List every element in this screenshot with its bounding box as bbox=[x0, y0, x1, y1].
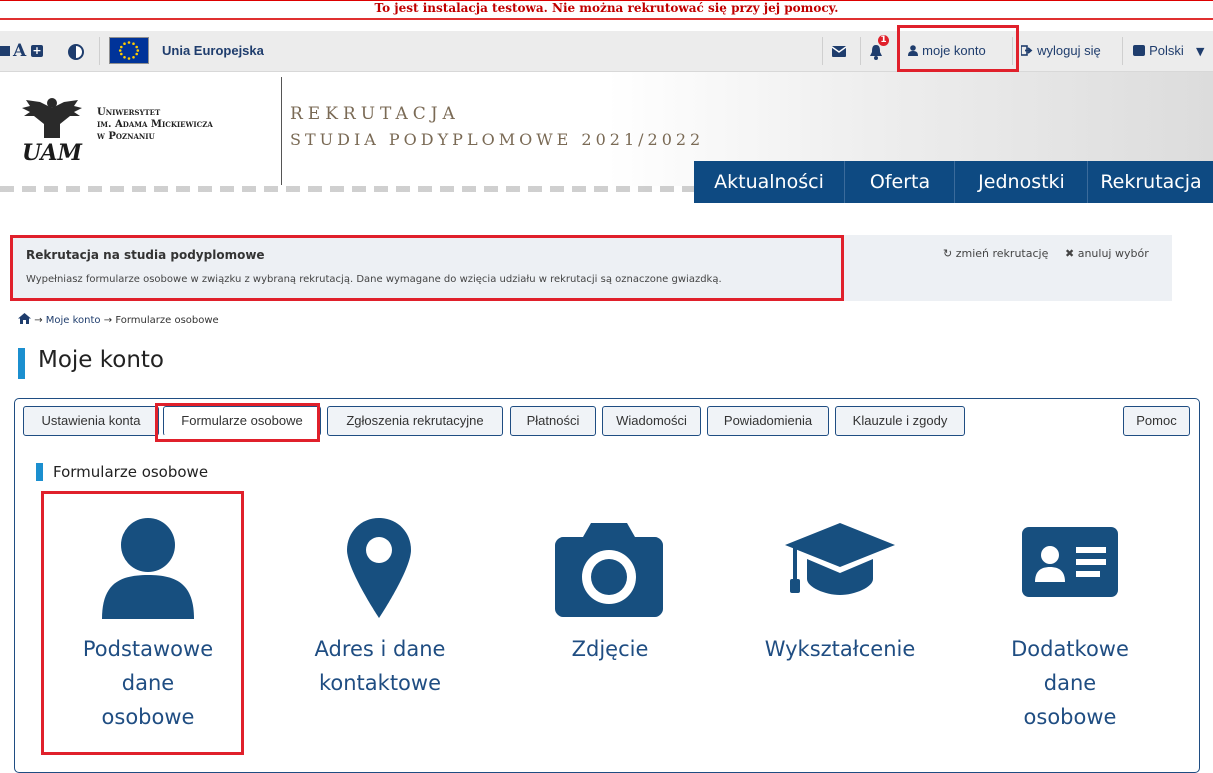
card-label-line: Adres i dane bbox=[314, 637, 446, 661]
card-label-line: Dodatkowe bbox=[1011, 637, 1129, 661]
tab-clauses-consents[interactable]: Klauzule i zgody bbox=[835, 406, 965, 436]
card-label: Adres i dane kontaktowe bbox=[280, 632, 480, 700]
nav-item-units[interactable]: Jednostki bbox=[954, 161, 1088, 203]
decrease-font-icon[interactable] bbox=[0, 46, 10, 56]
tab-applications[interactable]: Zgłoszenia rekrutacyjne bbox=[327, 406, 503, 436]
close-icon: ✖ bbox=[1065, 247, 1075, 260]
card-label-line: osobowe bbox=[1023, 705, 1117, 729]
eu-flag-icon bbox=[109, 37, 149, 64]
header-subtitle: STUDIA PODYPLOMOWE 2021/2022 bbox=[290, 130, 705, 149]
main-navigation: Aktualności Oferta Jednostki Rekrutacja bbox=[694, 161, 1213, 203]
camera-icon bbox=[555, 523, 663, 617]
decorative-ornament-strip bbox=[0, 186, 700, 192]
change-recruitment-label: zmień rekrutację bbox=[955, 247, 1049, 260]
chevron-down-icon: ▼ bbox=[1195, 45, 1205, 58]
id-card-icon bbox=[1022, 527, 1118, 597]
tab-account-settings[interactable]: Ustawienia konta bbox=[23, 406, 159, 436]
contrast-icon[interactable] bbox=[68, 44, 84, 60]
language-label: Polski bbox=[1149, 43, 1184, 58]
cancel-selection-link[interactable]: ✖ anuluj wybór bbox=[1065, 247, 1149, 260]
home-icon[interactable] bbox=[18, 313, 31, 324]
breadcrumb-current: Formularze osobowe bbox=[115, 315, 219, 326]
page-title: Moje konto bbox=[38, 347, 165, 373]
language-icon bbox=[1133, 45, 1145, 56]
tab-notifications[interactable]: Powiadomienia bbox=[707, 406, 829, 436]
breadcrumb-my-account[interactable]: Moje konto bbox=[46, 315, 101, 326]
tab-help[interactable]: Pomoc bbox=[1123, 406, 1190, 436]
graduation-cap-icon bbox=[785, 523, 895, 595]
university-eagle-logo: UAM bbox=[22, 98, 83, 164]
cancel-selection-label: anuluj wybór bbox=[1077, 247, 1149, 260]
card-label: Dodatkowe dane osobowe bbox=[970, 632, 1170, 734]
messages-button[interactable] bbox=[832, 31, 852, 71]
top-utility-bar: A + Unia Europejska 1 moje konto wyloguj… bbox=[0, 31, 1213, 72]
map-marker-icon bbox=[347, 518, 411, 618]
basic-data-card-highlight bbox=[41, 491, 244, 755]
logout-label: wyloguj się bbox=[1037, 43, 1101, 58]
language-select[interactable]: Polski ▼ bbox=[1133, 31, 1204, 71]
font-size-icon[interactable]: A bbox=[13, 31, 26, 71]
university-name-line2: im. Adama Mickiewicza bbox=[97, 119, 213, 130]
increase-font-icon[interactable]: + bbox=[31, 45, 43, 57]
logout-link[interactable]: wyloguj się bbox=[1020, 31, 1101, 71]
breadcrumb-separator: → bbox=[103, 315, 113, 326]
university-name-line3: w Poznaniu bbox=[97, 131, 155, 142]
notification-count-badge: 1 bbox=[878, 35, 889, 46]
accessibility-tools: A + bbox=[0, 31, 92, 71]
nav-item-news[interactable]: Aktualności bbox=[694, 161, 844, 203]
tab-payments[interactable]: Płatności bbox=[510, 406, 596, 436]
breadcrumb-separator: → bbox=[34, 315, 43, 326]
notifications-button[interactable]: 1 bbox=[869, 31, 891, 71]
nav-item-offer[interactable]: Oferta bbox=[844, 161, 955, 203]
nav-item-recruitment[interactable]: Rekrutacja bbox=[1087, 161, 1213, 203]
breadcrumb: → Moje konto → Formularze osobowe bbox=[18, 313, 219, 326]
personal-forms-tab-highlight bbox=[155, 403, 320, 442]
refresh-icon: ↻ bbox=[943, 247, 953, 260]
card-label: Wykształcenie bbox=[740, 632, 940, 666]
card-label-line: Zdjęcie bbox=[571, 637, 649, 661]
card-label: Zdjęcie bbox=[510, 632, 710, 666]
sign-out-icon bbox=[1020, 45, 1033, 56]
section-title: Formularze osobowe bbox=[53, 463, 209, 481]
card-label-line: dane bbox=[1043, 671, 1097, 695]
my-account-highlight bbox=[897, 25, 1019, 72]
card-label-line: kontaktowe bbox=[318, 671, 441, 695]
change-recruitment-link[interactable]: ↻ zmień rekrutację bbox=[943, 247, 1048, 260]
uam-mark: UAM bbox=[22, 140, 83, 164]
header-title: REKRUTACJA bbox=[290, 104, 460, 124]
tab-messages[interactable]: Wiadomości bbox=[602, 406, 701, 436]
card-label-line: Wykształcenie bbox=[764, 637, 916, 661]
envelope-icon bbox=[832, 46, 846, 57]
bell-icon bbox=[870, 45, 882, 60]
eu-label: Unia Europejska bbox=[162, 43, 264, 58]
test-installation-warning: To jest instalacja testowa. Nie można re… bbox=[0, 0, 1213, 20]
university-name: Uniwersytet im. Adama Mickiewicza w Pozn… bbox=[97, 107, 213, 143]
section-accent bbox=[36, 463, 43, 481]
info-box-highlight bbox=[10, 235, 844, 301]
page-title-accent bbox=[18, 348, 25, 379]
university-name-line1: Uniwersytet bbox=[97, 107, 161, 118]
header-divider bbox=[281, 77, 282, 185]
